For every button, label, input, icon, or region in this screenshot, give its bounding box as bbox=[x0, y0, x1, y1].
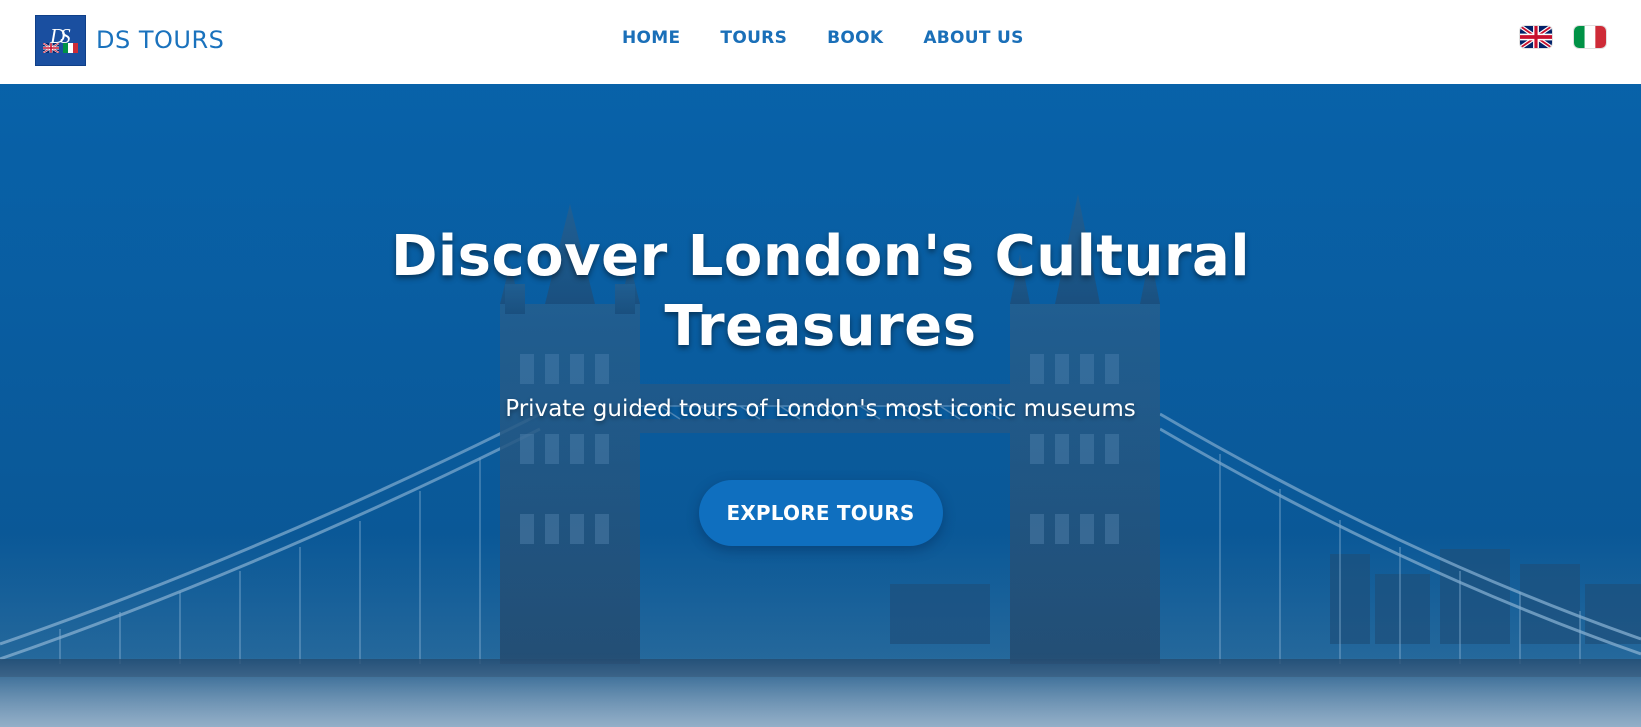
hero-section: Discover London's Cultural Treasures Pri… bbox=[0, 84, 1641, 727]
nav-book[interactable]: BOOK bbox=[827, 28, 883, 48]
hero-content: Discover London's Cultural Treasures Pri… bbox=[0, 222, 1641, 546]
brand-home-link[interactable]: DS DS TOURS bbox=[35, 14, 225, 66]
language-switcher bbox=[1520, 26, 1606, 48]
uk-flag-icon[interactable] bbox=[1520, 26, 1552, 48]
main-nav: HOME TOURS BOOK ABOUT US bbox=[622, 28, 1024, 48]
ds-tours-logo: DS bbox=[35, 14, 86, 66]
hero-subtitle: Private guided tours of London's most ic… bbox=[505, 396, 1136, 422]
explore-tours-button[interactable]: EXPLORE TOURS bbox=[698, 480, 943, 546]
logo-uk-flag-icon bbox=[43, 42, 59, 53]
logo-italy-flag-icon bbox=[63, 42, 78, 53]
nav-home[interactable]: HOME bbox=[622, 28, 680, 48]
italy-flag-icon[interactable] bbox=[1574, 26, 1606, 48]
brand-name: DS TOURS bbox=[96, 26, 225, 54]
nav-tours[interactable]: TOURS bbox=[720, 28, 787, 48]
hero-title: Discover London's Cultural Treasures bbox=[390, 224, 1251, 359]
top-navbar: DS DS TOURS HOME TOURS BOOK ABOUT US bbox=[0, 0, 1641, 84]
nav-about-us[interactable]: ABOUT US bbox=[923, 28, 1023, 48]
